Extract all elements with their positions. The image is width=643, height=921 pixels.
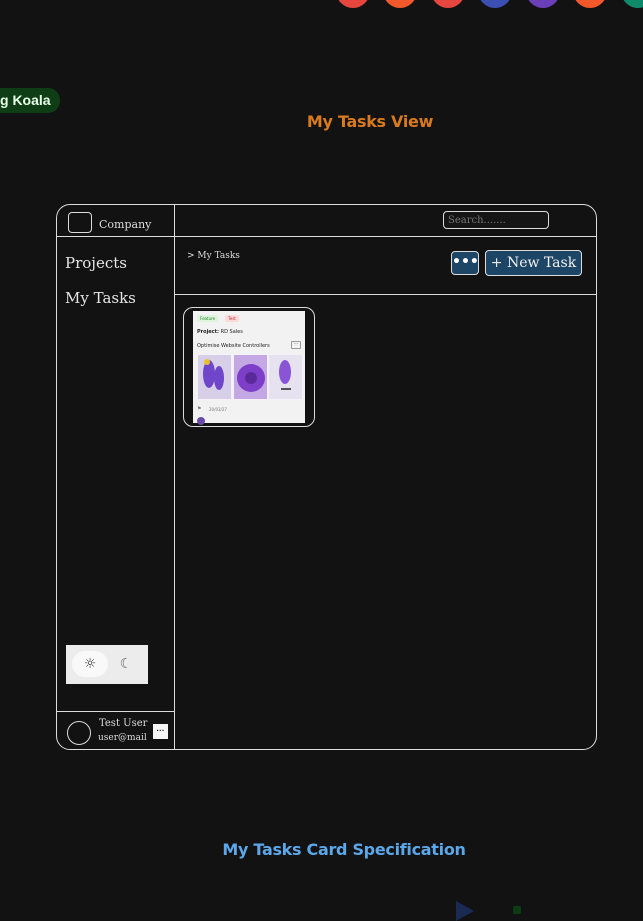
view-title: My Tasks View: [306, 112, 434, 131]
sun-icon[interactable]: ☼: [72, 651, 108, 677]
color-swatch-4[interactable]: [478, 0, 512, 8]
card-image-flowers: [197, 354, 303, 400]
color-swatch-6[interactable]: [573, 0, 607, 8]
sidebar-item-projects[interactable]: Projects: [65, 254, 127, 272]
card-title: Optimise Website Controllers: [197, 343, 270, 349]
color-swatch-2[interactable]: [383, 0, 417, 8]
user-menu-button[interactable]: ···: [153, 724, 168, 739]
collaborator-tag: g Koala: [0, 88, 60, 113]
search-input[interactable]: [443, 211, 549, 229]
wireframe-app-window: Company Projects My Tasks > My Tasks •••…: [56, 204, 597, 750]
company-logo[interactable]: [68, 212, 92, 233]
color-swatch-3[interactable]: [431, 0, 465, 8]
user-email: user@mail: [98, 733, 147, 743]
topbar-divider: [57, 236, 596, 237]
breadcrumb[interactable]: > My Tasks: [187, 251, 240, 261]
more-options-button[interactable]: •••: [451, 251, 479, 275]
task-card-preview: Feature Test Project: RD Sales Optimise …: [193, 311, 305, 425]
sidebar-divider: [174, 205, 175, 749]
card-date: 20/03/27: [209, 407, 227, 412]
play-icon[interactable]: [456, 901, 474, 921]
color-palette: [336, 0, 643, 10]
color-swatch-7[interactable]: [621, 0, 643, 8]
flag-icon: ⚑: [197, 406, 202, 412]
card-project: Project: RD Sales: [197, 329, 243, 335]
user-name: Test User: [99, 718, 148, 729]
new-task-button[interactable]: + New Task: [485, 250, 582, 276]
card-menu-icon[interactable]: ···: [291, 341, 301, 349]
sidebar-footer-divider: [57, 711, 174, 712]
status-dot: [513, 906, 521, 914]
tag-test: Test: [225, 315, 239, 322]
theme-toggle[interactable]: ☼ ☾: [66, 645, 148, 684]
color-swatch-5[interactable]: [526, 0, 560, 8]
spec-title: My Tasks Card Specification: [222, 840, 466, 859]
sidebar-item-my-tasks[interactable]: My Tasks: [65, 289, 136, 307]
company-name: Company: [99, 218, 152, 231]
user-avatar[interactable]: [67, 721, 91, 745]
task-card[interactable]: Feature Test Project: RD Sales Optimise …: [183, 307, 315, 427]
color-swatch-1[interactable]: [336, 0, 370, 8]
assignee-avatar: [197, 417, 205, 425]
tag-feature: Feature: [197, 315, 219, 322]
main-header-divider: [174, 294, 596, 295]
moon-icon[interactable]: ☾: [108, 651, 144, 677]
